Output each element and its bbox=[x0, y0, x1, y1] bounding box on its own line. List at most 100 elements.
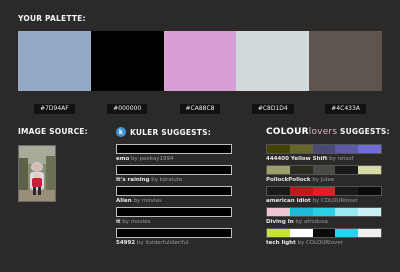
hex-value-3[interactable]: #CA88C8 bbox=[179, 104, 221, 114]
colour-chip bbox=[312, 166, 336, 174]
kuler-suggestion[interactable]: 54992 by itsiderfulideriful bbox=[116, 228, 232, 249]
kuler-suggestion-label: 54992 by itsiderfulideriful bbox=[116, 240, 189, 246]
kuler-suggestion-label: emo by peekay1994 bbox=[116, 156, 173, 162]
kuler-palette-bar[interactable] bbox=[116, 165, 232, 175]
image-source-heading: IMAGE SOURCE: bbox=[18, 127, 88, 136]
colourlovers-brand: COLOUR bbox=[266, 127, 309, 137]
colourlovers-suggestion[interactable]: american idiot by COLOURlover bbox=[266, 186, 382, 207]
source-image-thumbnail[interactable] bbox=[18, 145, 56, 202]
kuler-suggestion-label: it by movies bbox=[116, 219, 151, 225]
colour-chip bbox=[289, 208, 313, 216]
source-photo bbox=[19, 146, 55, 201]
colour-chip bbox=[335, 166, 359, 174]
colourlovers-suggestion-label: PollockPollock by Julee bbox=[266, 177, 334, 183]
kuler-suggestion[interactable]: Alien by movies bbox=[116, 186, 232, 207]
colourlovers-suggestion-label: Diving In by afrodusa bbox=[266, 219, 328, 225]
by-word: by bbox=[329, 156, 336, 162]
colourlovers-author[interactable]: COLOURlover bbox=[306, 240, 343, 246]
colourlovers-suggestion[interactable]: Diving In by afrodusa bbox=[266, 207, 382, 228]
colourlovers-suggestion[interactable]: PollockPollock by Julee bbox=[266, 165, 382, 186]
colour-chip bbox=[289, 187, 313, 195]
kuler-suggestion[interactable]: it by movies bbox=[116, 207, 232, 228]
kuler-name: emo bbox=[116, 156, 130, 162]
kuler-name: 54992 bbox=[116, 240, 136, 246]
palette-swatch-2[interactable] bbox=[90, 31, 164, 91]
colourlovers-suggestion-label: tech light by COLOURlover bbox=[266, 240, 343, 246]
colour-chip bbox=[358, 145, 381, 153]
colourlovers-heading: COLOURlovers SUGGESTS: bbox=[266, 127, 390, 137]
kuler-suggestion[interactable]: It's raining by koralute bbox=[116, 165, 232, 186]
colour-chip bbox=[289, 166, 313, 174]
colour-chip bbox=[267, 145, 290, 153]
kuler-suggestion-label: Alien by movies bbox=[116, 198, 162, 204]
by-word: by bbox=[295, 219, 303, 225]
palette-swatch-3[interactable] bbox=[163, 31, 237, 91]
colourlovers-author[interactable]: afrodusa bbox=[304, 219, 328, 225]
colour-chip bbox=[312, 187, 336, 195]
by-word: by bbox=[312, 198, 320, 204]
hex-value-4[interactable]: #C8D1D4 bbox=[251, 104, 294, 114]
colour-chip bbox=[312, 208, 336, 216]
kuler-palette-bar[interactable] bbox=[116, 207, 232, 217]
palette-swatch-5[interactable] bbox=[309, 31, 382, 91]
colourlovers-suggestions: 444400 Yellow Shift by retsof PollockPol… bbox=[266, 144, 382, 249]
kuler-author[interactable]: movies bbox=[142, 198, 162, 204]
hex-value-2[interactable]: #000000 bbox=[107, 104, 148, 114]
kuler-suggestion-label: It's raining by koralute bbox=[116, 177, 182, 183]
colour-chip bbox=[335, 208, 359, 216]
kuler-author[interactable]: movies bbox=[131, 219, 151, 225]
colourlovers-suggestion[interactable]: 444400 Yellow Shift by retsof bbox=[266, 144, 382, 165]
colourlovers-palette-bar[interactable] bbox=[266, 144, 382, 154]
colour-chip bbox=[358, 166, 381, 174]
colourlovers-suggestion-label: american idiot by COLOURlover bbox=[266, 198, 358, 204]
by-word: by bbox=[312, 177, 320, 183]
kuler-palette-bar[interactable] bbox=[116, 186, 232, 196]
colour-chip bbox=[312, 145, 336, 153]
kuler-suggestion[interactable]: emo by peekay1994 bbox=[116, 144, 232, 165]
colourlovers-palette-bar[interactable] bbox=[266, 186, 382, 196]
colour-chip bbox=[267, 208, 290, 216]
by-word: by bbox=[122, 219, 130, 225]
hex-value-1[interactable]: #7D94AF bbox=[34, 104, 75, 114]
kuler-heading-label: KULER SUGGESTS: bbox=[130, 127, 211, 137]
by-word: by bbox=[136, 240, 144, 246]
colourlovers-suggestion-label: 444400 Yellow Shift by retsof bbox=[266, 156, 354, 162]
colourlovers-name: tech light bbox=[266, 240, 296, 246]
colour-chip bbox=[267, 229, 290, 237]
colourlovers-name: Diving In bbox=[266, 219, 294, 225]
kuler-logo-icon: k bbox=[116, 127, 126, 137]
kuler-author[interactable]: itsiderfulideriful bbox=[145, 240, 188, 246]
kuler-palette-bar[interactable] bbox=[116, 144, 232, 154]
colour-chip bbox=[358, 208, 381, 216]
colour-chip bbox=[267, 187, 290, 195]
colourlovers-logo: COLOURlovers bbox=[266, 127, 337, 137]
colourlovers-suggestion[interactable]: tech light by COLOURlover bbox=[266, 228, 382, 249]
colourlovers-author[interactable]: Julee bbox=[321, 177, 334, 183]
colourlovers-author[interactable]: retsof bbox=[338, 156, 354, 162]
by-word: by bbox=[131, 156, 138, 162]
colourlovers-heading-label: SUGGESTS: bbox=[337, 127, 390, 136]
colour-chip bbox=[358, 229, 381, 237]
colour-chip bbox=[335, 145, 359, 153]
kuler-palette-bar[interactable] bbox=[116, 228, 232, 238]
palette-swatch-4[interactable] bbox=[236, 31, 310, 91]
colour-chip bbox=[312, 229, 336, 237]
colour-chip bbox=[289, 229, 313, 237]
by-word: by bbox=[133, 198, 141, 204]
colourlovers-name: PollockPollock bbox=[266, 177, 311, 183]
kuler-author[interactable]: peekay1994 bbox=[140, 156, 174, 162]
colourlovers-palette-bar[interactable] bbox=[266, 207, 382, 217]
colour-chip bbox=[335, 187, 359, 195]
kuler-author[interactable]: koralute bbox=[160, 177, 183, 183]
by-word: by bbox=[297, 240, 305, 246]
colourlovers-brand-suffix: lovers bbox=[308, 127, 338, 137]
colourlovers-palette-bar[interactable] bbox=[266, 228, 382, 238]
kuler-suggestions: emo by peekay1994 It's raining by koralu… bbox=[116, 144, 232, 249]
palette-swatch-1[interactable] bbox=[18, 31, 91, 91]
colourlovers-palette-bar[interactable] bbox=[266, 165, 382, 175]
kuler-name: Alien bbox=[116, 198, 132, 204]
hex-value-5[interactable]: #4C433A bbox=[325, 104, 366, 114]
palette-swatches bbox=[18, 31, 382, 91]
colourlovers-name: 444400 Yellow Shift bbox=[266, 156, 328, 162]
colourlovers-author[interactable]: COLOURlover bbox=[321, 198, 358, 204]
